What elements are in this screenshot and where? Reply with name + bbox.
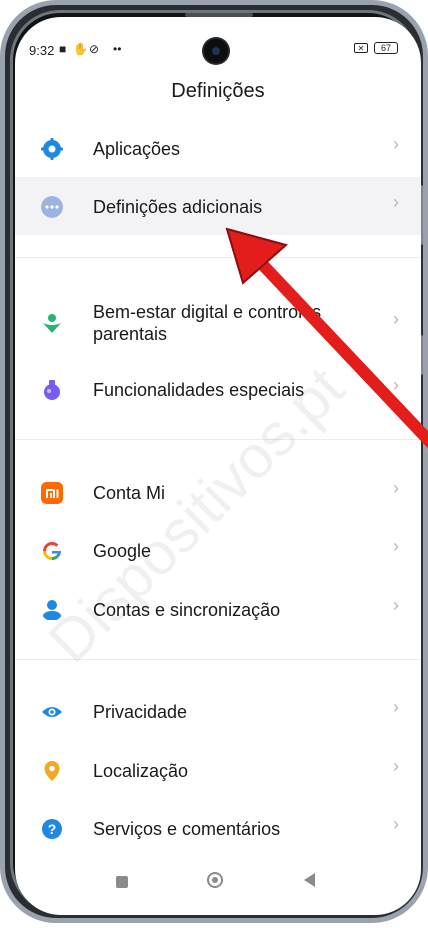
arrow-shaft [256, 258, 428, 449]
annotation-arrow [225, 227, 428, 449]
phone-frame: 9:32 ■ ✋ ⊘ •• ✕ 67 Definições Aplicações… [0, 0, 428, 923]
